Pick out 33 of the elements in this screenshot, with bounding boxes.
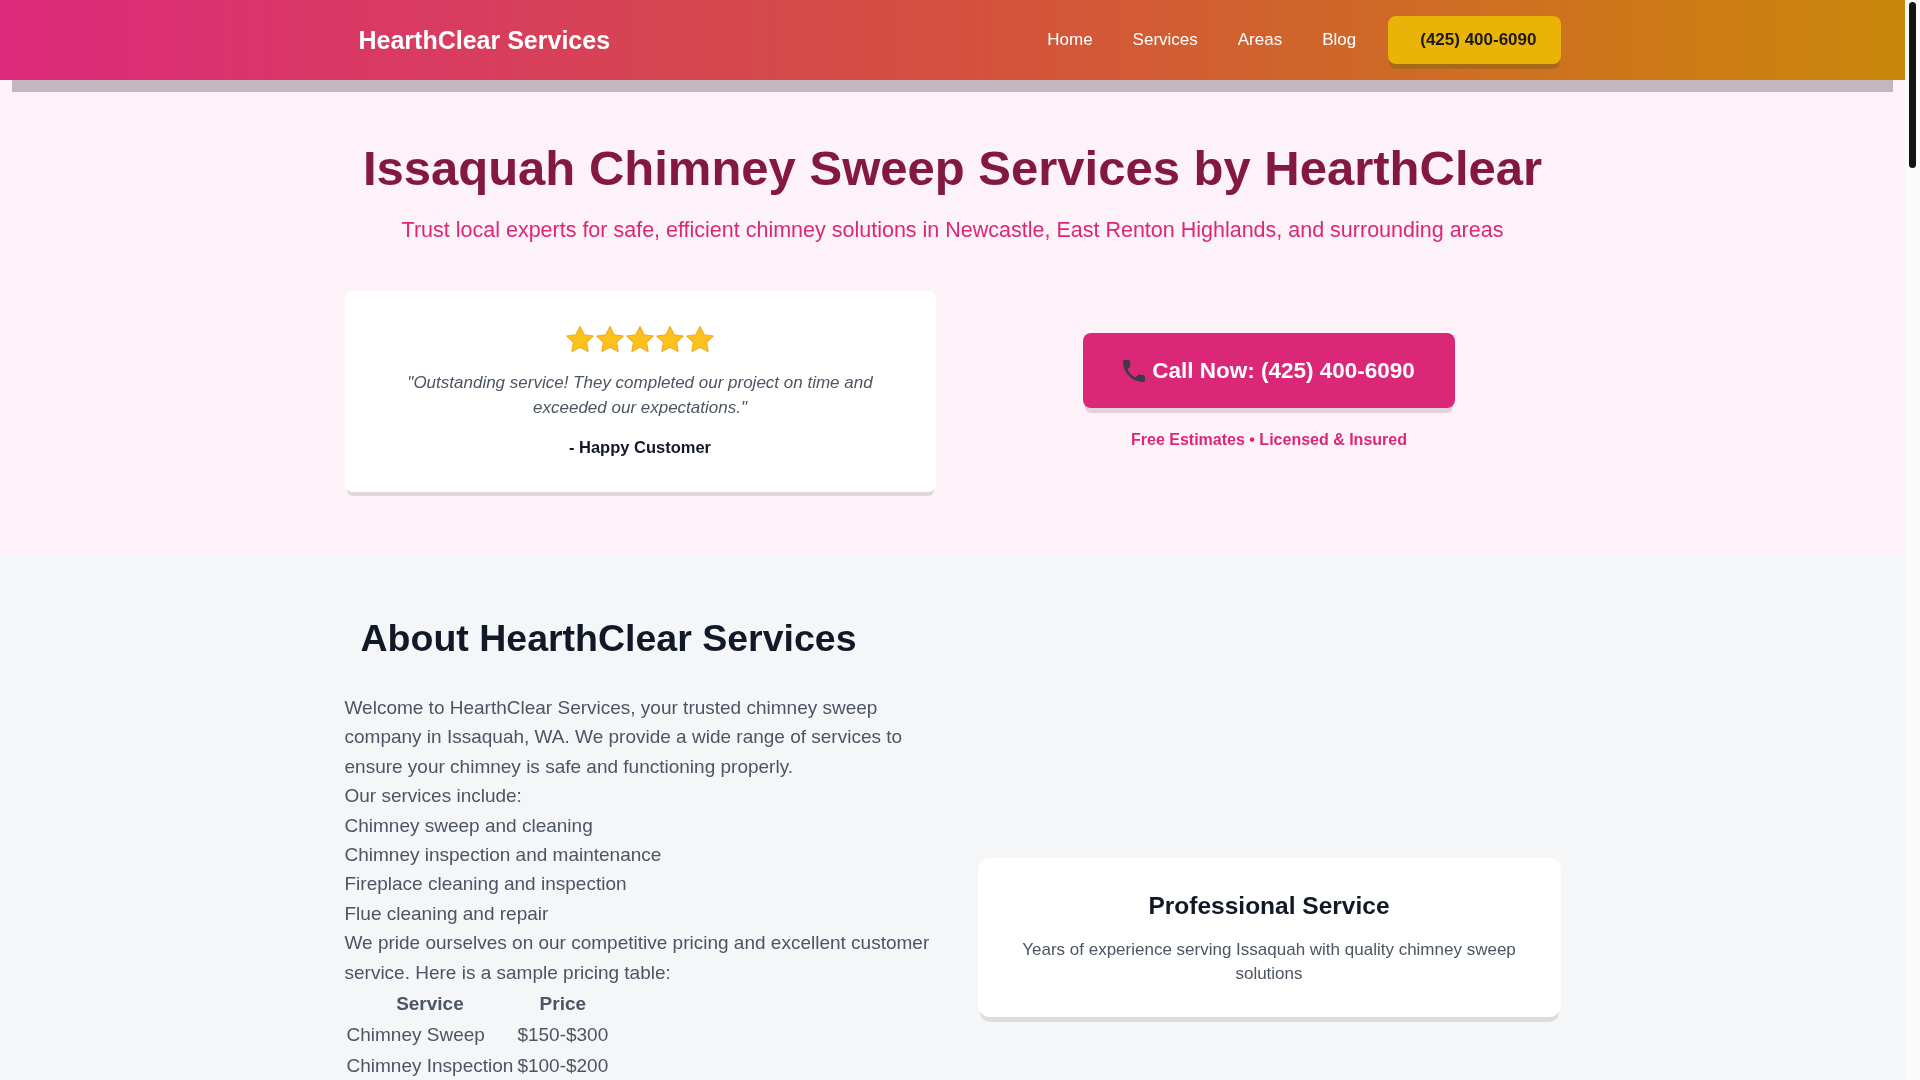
section-heading: About HearthClear Services	[359, 617, 858, 660]
feature-title: Professional Service	[1147, 891, 1391, 920]
service-item: Fireplace cleaning and inspection	[344, 872, 628, 897]
about-paragraph: We pride ourselves on our competitive pricing and excellent customer service. Here is a sample pricing table:	[344, 931, 931, 985]
logo-link[interactable]: HearthClear Services	[344, 25, 611, 55]
hero-subtitle: Trust local experts for safe, efficient chimney solutions in Newcastle, East Renton Highlands, and surrounding areas	[400, 217, 1505, 244]
cta-note: Free Estimates • Licensed & Insured	[1131, 430, 1407, 450]
table-cell-text: Chimney Inspection	[345, 1054, 515, 1079]
feature-description: Years of experience serving Issaquah with quality chimney sweep solutions	[1021, 939, 1517, 985]
nav-link[interactable]: Services	[1112, 22, 1218, 58]
star-icon	[656, 325, 684, 353]
table-header-cell-text: Service	[395, 992, 465, 1017]
service-item: Chimney sweep and cleaning	[344, 813, 594, 838]
nav-link[interactable]: Blog	[1302, 22, 1377, 58]
phone-icon	[1123, 359, 1146, 382]
service-item: Flue cleaning and repair	[344, 901, 550, 926]
scrollbar-thumb[interactable]	[1909, 2, 1916, 168]
table-header-cell-text: Price	[538, 992, 588, 1017]
star-icon	[566, 325, 594, 353]
testimonial-author: - Happy Customer	[567, 437, 713, 458]
star-icon	[686, 325, 714, 353]
services-label: Our services include:	[344, 784, 523, 809]
star-icon	[626, 325, 654, 353]
table-cell-text: Chimney Sweep	[345, 1023, 486, 1048]
nav-link[interactable]: Areas	[1217, 22, 1303, 58]
page-title: Issaquah Chimney Sweep Services by HearthClear	[361, 140, 1544, 197]
nav-link[interactable]: Home	[1027, 22, 1113, 58]
service-item: Chimney inspection and maintenance	[344, 843, 663, 868]
about-paragraph: Welcome to HearthClear Services, your trusted chimney sweep company in Issaquah, WA. We provide a wide range of services to ensure your chimney is safe and functioning properly.	[344, 696, 904, 779]
testimonial-quote: "Outstanding service! They completed our project on time and exceeded our expectations."	[406, 372, 874, 419]
star-icon	[596, 325, 624, 353]
table-cell-text: $150-$300	[516, 1023, 610, 1048]
table-cell-text: $100-$200	[516, 1054, 610, 1079]
